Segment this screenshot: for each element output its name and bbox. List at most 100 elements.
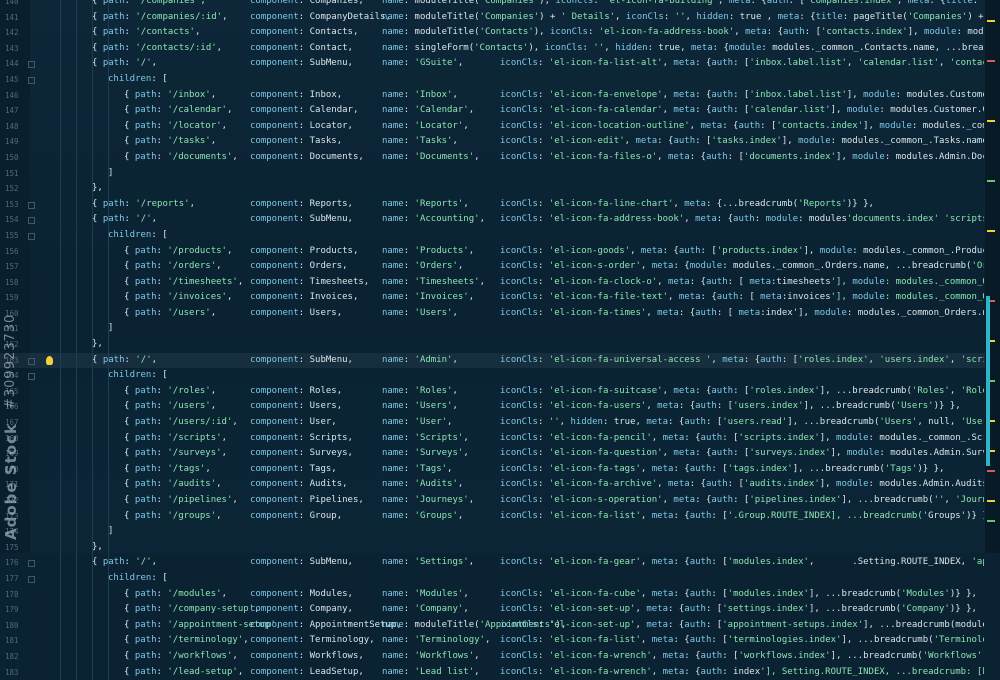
- code-token: iconCls: 'el-icon-fa-question', meta: {a…: [500, 448, 984, 459]
- code-line[interactable]: 153 { path: '/reports', component: Reports…: [0, 196, 1000, 213]
- code-token: component: Group,: [250, 510, 343, 521]
- code-line[interactable]: 152},: [0, 181, 1000, 197]
- indent-guide: [60, 118, 61, 135]
- indent-guide: [60, 493, 61, 509]
- code-line[interactable]: 172{ path: '/pipelines', component: Pipel…: [0, 493, 1000, 509]
- code-line[interactable]: 181 { path: '/terminology', component: Ter…: [0, 633, 1000, 649]
- code-line[interactable]: 141 { path: '/companies/:id', component: C…: [0, 9, 1000, 26]
- code-line[interactable]: 174]: [0, 524, 1000, 540]
- code-line[interactable]: 182 { path: '/workflows', component: Workf…: [0, 648, 1000, 665]
- indent-guide: [60, 648, 61, 665]
- indent-guide: [76, 477, 77, 493]
- line-number: 158: [5, 277, 19, 287]
- indent-guide: [60, 196, 61, 213]
- code-line[interactable]: 148 { path: '/locator', component: Locator…: [0, 118, 1000, 135]
- code-line[interactable]: 179 { path: '/company-setup', component: C…: [0, 602, 1000, 618]
- code-token: iconCls: 'el-icon-fa-list', meta: {auth:…: [500, 510, 984, 521]
- code-line[interactable]: 180{ path: '/appointment-setup', componen…: [0, 617, 1000, 634]
- code-line[interactable]: 175},: [0, 539, 1000, 556]
- code-token: component: Contacts,: [250, 27, 359, 38]
- indent-guide: [60, 149, 61, 166]
- fold-toggle-icon[interactable]: [28, 373, 35, 381]
- code-token: name: 'Admin',: [382, 354, 458, 365]
- code-line[interactable]: 171{ path: '/audits', component: Audits, n…: [0, 477, 1000, 493]
- indent-guide: [108, 415, 109, 431]
- fold-toggle-icon[interactable]: [28, 575, 35, 583]
- code-line[interactable]: 166{ path: '/users', component: Users, nam…: [0, 399, 1000, 416]
- code-line[interactable]: 163{ path: '/', component: SubMenu, name: …: [0, 352, 1000, 369]
- code-line[interactable]: 149 { path: '/tasks', component: Tasks, nam…: [0, 134, 1000, 150]
- code-line[interactable]: 168{ path: '/scripts', component: Scripts…: [0, 430, 1000, 447]
- code-token: { path: '/surveys',: [124, 448, 227, 459]
- indent-guide: [76, 446, 77, 462]
- code-line[interactable]: 155 children: [: [0, 227, 1000, 244]
- lightbulb-icon[interactable]: [46, 355, 53, 365]
- code-line[interactable]: 142 { path: '/contacts', component: Contac…: [0, 25, 1000, 41]
- code-line[interactable]: 159{ path: '/invoices', component: Invoic…: [0, 290, 1000, 306]
- code-line[interactable]: 183 { path: '/lead-setup', component: Lead…: [0, 664, 1000, 680]
- code-line[interactable]: 161]: [0, 321, 1000, 338]
- code-line[interactable]: 177 children: [: [0, 570, 1000, 587]
- code-line[interactable]: 160{ path: '/users', component: Users, nam…: [0, 305, 1000, 322]
- code-token: iconCls: 'el-icon-fa-files-o', meta: {au…: [500, 151, 984, 162]
- fold-toggle-icon[interactable]: [28, 217, 35, 225]
- fold-toggle-icon[interactable]: [28, 76, 35, 84]
- fold-toggle-icon[interactable]: [28, 560, 35, 568]
- code-line[interactable]: 151]: [0, 165, 1000, 182]
- code-line[interactable]: 147 { path: '/calendar', component: Calend…: [0, 103, 1000, 119]
- code-token: children: [: [108, 370, 168, 381]
- code-token: { path: '/locator',: [124, 120, 227, 131]
- indent-guide: [92, 149, 93, 166]
- code-line[interactable]: 176 { path: '/', component: SubMenu, name: …: [0, 555, 1000, 571]
- code-editor[interactable]: 140 { path: '/companies', component: Compa…: [0, 0, 1000, 680]
- code-line[interactable]: 178 { path: '/modules', component: Modules…: [0, 586, 1000, 603]
- indent-guide: [92, 648, 93, 665]
- indent-guide: [108, 586, 109, 603]
- indent-guide: [108, 274, 109, 291]
- code-line[interactable]: 162},: [0, 337, 1000, 353]
- code-line[interactable]: 164 children: [: [0, 368, 1000, 384]
- indent-guide: [76, 602, 77, 618]
- code-line[interactable]: 143 { path: '/contacts/:id', component: Co…: [0, 40, 1000, 57]
- code-token: name: 'Timesheets',: [382, 276, 485, 287]
- code-line[interactable]: 144 { path: '/', component: SubMenu, name: …: [0, 56, 1000, 72]
- indent-guide: [76, 40, 77, 57]
- code-line[interactable]: 156 { path: '/products', component: Produc…: [0, 243, 1000, 260]
- indent-guide: [108, 664, 109, 680]
- indent-guide: [108, 461, 109, 478]
- code-token: iconCls: 'el-icon-fa-wrench', meta: {aut…: [500, 666, 984, 677]
- fold-toggle-icon[interactable]: [28, 61, 35, 69]
- code-token: component: Surveys,: [250, 448, 353, 459]
- fold-toggle-icon[interactable]: [28, 201, 35, 209]
- scrollbar-thumb[interactable]: [986, 296, 990, 466]
- fold-toggle-icon[interactable]: [28, 357, 35, 365]
- code-line[interactable]: 170{ path: '/tags', component: Tags, name:…: [0, 461, 1000, 478]
- code-line[interactable]: 167{ path: '/users/:id', component: User,…: [0, 415, 1000, 431]
- code-line[interactable]: 154 { path: '/', component: SubMenu, name: …: [0, 212, 1000, 228]
- code-token: component: Inbox,: [250, 89, 343, 100]
- indent-guide: [108, 290, 109, 306]
- code-token: { path: '/users',: [124, 307, 217, 318]
- code-token: component: SubMenu,: [250, 557, 353, 568]
- line-number: 147: [5, 106, 19, 116]
- code-line[interactable]: 158 { path: '/timesheets', component: Time…: [0, 274, 1000, 291]
- code-line[interactable]: 146 { path: '/inbox', component: Inbox, nam…: [0, 87, 1000, 104]
- code-line[interactable]: 140 { path: '/companies', component: Compa…: [0, 0, 1000, 10]
- fold-toggle-icon[interactable]: [28, 232, 35, 240]
- indent-guide: [76, 337, 77, 353]
- code-line[interactable]: 165{ path: '/roles', component: Roles, nam…: [0, 383, 1000, 400]
- scrollbar-marker: [987, 180, 995, 182]
- code-token: name: 'Accounting',: [382, 214, 485, 225]
- code-line[interactable]: 173{ path: '/groups', component: Group, na…: [0, 508, 1000, 525]
- vertical-scrollbar[interactable]: [985, 0, 1000, 553]
- code-line[interactable]: 157 { path: '/orders', component: Orders, n…: [0, 259, 1000, 275]
- code-line[interactable]: 169{ path: '/surveys', component: Surveys…: [0, 446, 1000, 462]
- indent-guide: [92, 118, 93, 135]
- code-line[interactable]: 145 children: [: [0, 71, 1000, 88]
- code-token: name: moduleTitle('Companies') + ' Detai…: [382, 11, 984, 22]
- code-token: ]: [108, 526, 114, 537]
- code-token: component: Invoices,: [250, 292, 359, 303]
- code-line[interactable]: 150 { path: '/documents', component: Docum…: [0, 149, 1000, 166]
- code-lines: 140 { path: '/companies', component: Compa…: [0, 0, 1000, 680]
- indent-guide: [76, 9, 77, 26]
